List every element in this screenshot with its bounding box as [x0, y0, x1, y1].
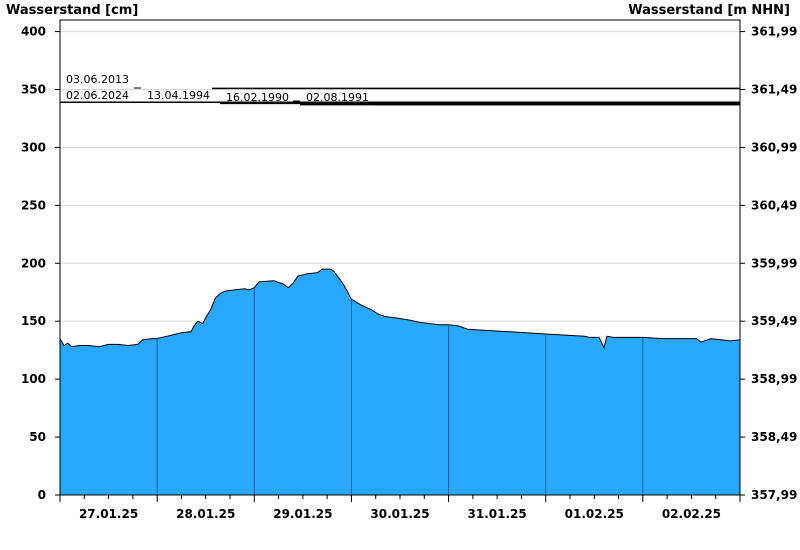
left-tick-label: 0 — [38, 488, 46, 502]
x-tick-label: 29.01.25 — [273, 507, 332, 521]
left-tick-label: 200 — [21, 256, 46, 270]
x-tick-label: 30.01.25 — [370, 507, 429, 521]
x-tick-label: 28.01.25 — [176, 507, 235, 521]
high-water-label: 02.08.1991 — [306, 91, 369, 104]
historical-high-lines: 03.06.2013 02.06.2024 13.04.1994 16.02.1990… — [60, 73, 740, 106]
right-tick-label: 359,49 — [751, 314, 797, 328]
right-tick-label: 358,99 — [751, 372, 797, 386]
water-level-chart: 03.06.2013 02.06.2024 13.04.1994 16.02.1990… — [6, 3, 797, 521]
right-y-axis: 357,99 358,49 358,99 359,49 359,99 360,49 360,… — [740, 25, 797, 502]
high-water-label: 02.06.2024 — [66, 89, 129, 102]
x-tick-label: 31.01.25 — [468, 507, 527, 521]
left-tick-label: 100 — [21, 372, 46, 386]
high-water-label: 13.04.1994 — [147, 89, 210, 102]
right-tick-label: 359,99 — [751, 256, 797, 270]
left-tick-label: 350 — [21, 83, 46, 97]
left-tick-label: 50 — [29, 430, 46, 444]
high-water-label: 03.06.2013 — [66, 73, 129, 86]
right-tick-label: 357,99 — [751, 488, 797, 502]
x-tick-label: 01.02.25 — [565, 507, 624, 521]
left-tick-label: 400 — [21, 25, 46, 39]
right-tick-label: 361,49 — [751, 83, 797, 97]
right-tick-label: 361,99 — [751, 25, 797, 39]
left-y-axis: 0 50 100 150 200 250 300 350 400 — [21, 25, 60, 502]
right-tick-label: 360,49 — [751, 198, 797, 212]
x-axis: 27.01.25 28.01.25 29.01.25 30.01.25 31.01.25… — [59, 495, 741, 521]
right-tick-label: 360,99 — [751, 140, 797, 154]
left-axis-title: Wasserstand [cm] — [6, 3, 138, 18]
x-tick-label: 27.01.25 — [79, 507, 138, 521]
left-tick-label: 150 — [21, 314, 46, 328]
left-tick-label: 300 — [21, 140, 46, 154]
x-tick-label: 02.02.25 — [662, 507, 721, 521]
right-axis-title: Wasserstand [m NHN] — [628, 3, 790, 18]
high-water-label: 16.02.1990 — [226, 91, 289, 104]
water-level-area — [59, 268, 741, 496]
right-tick-label: 358,49 — [751, 430, 797, 444]
left-tick-label: 250 — [21, 198, 46, 212]
